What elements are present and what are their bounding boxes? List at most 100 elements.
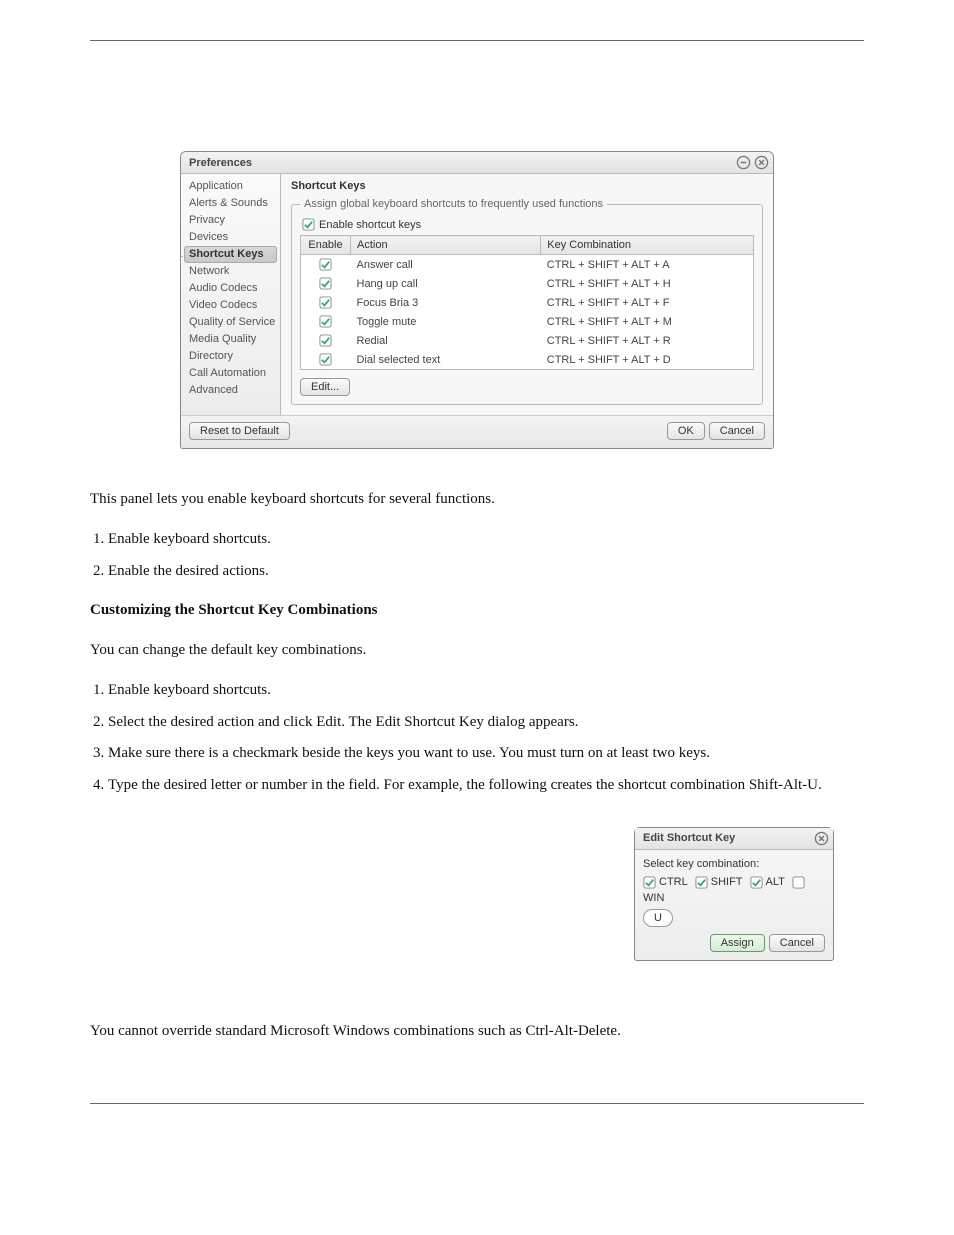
enable-cell[interactable] (301, 293, 351, 312)
table-row[interactable]: Hang up callCTRL + SHIFT + ALT + H (301, 274, 754, 293)
checkbox-icon[interactable] (319, 353, 332, 366)
titlebar: Preferences (181, 152, 773, 174)
checkbox-icon[interactable] (319, 315, 332, 328)
sidebar-item-quality-of-service[interactable]: Quality of Service (181, 314, 280, 331)
modifier-label-ctrl: CTRL (659, 876, 688, 888)
table-header-row: Enable Action Key Combination (301, 236, 754, 255)
close-icon[interactable] (753, 155, 769, 171)
checkbox-icon[interactable] (319, 334, 332, 347)
sidebar: Application Alerts & Sounds Privacy Devi… (181, 174, 281, 415)
table-row[interactable]: Toggle muteCTRL + SHIFT + ALT + M (301, 312, 754, 331)
select-key-combination-label: Select key combination: (643, 858, 825, 870)
content-heading: Shortcut Keys (291, 180, 763, 192)
minimize-icon[interactable] (735, 155, 751, 171)
key-combination-cell: CTRL + SHIFT + ALT + H (541, 274, 754, 293)
sidebar-item-advanced[interactable]: Advanced (181, 382, 280, 399)
action-cell: Dial selected text (351, 350, 541, 370)
sidebar-item-shortcut-keys[interactable]: Shortcut Keys (184, 246, 277, 263)
modifier-checkbox-win[interactable] (792, 876, 805, 889)
sidebar-item-label: Directory (189, 350, 233, 362)
checkbox-icon[interactable] (319, 296, 332, 309)
enable-cell[interactable] (301, 274, 351, 293)
reset-to-default-button[interactable]: Reset to Default (189, 422, 290, 440)
close-icon[interactable] (813, 830, 829, 846)
footer-note: You cannot override standard Microsoft W… (90, 1021, 864, 1043)
dialog-cancel-button[interactable]: Cancel (769, 934, 825, 952)
key-combination-cell: CTRL + SHIFT + ALT + D (541, 350, 754, 370)
sidebar-item-application[interactable]: Application (181, 178, 280, 195)
sidebar-item-label: Video Codecs (189, 299, 257, 311)
sidebar-item-network[interactable]: Network (181, 263, 280, 280)
sidebar-item-audio-codecs[interactable]: Audio Codecs (181, 280, 280, 297)
modifier-checkbox-shift[interactable] (695, 876, 708, 889)
action-cell: Answer call (351, 255, 541, 275)
sidebar-item-call-automation[interactable]: Call Automation (181, 365, 280, 382)
top-rule (90, 40, 864, 41)
content-pane: Shortcut Keys Assign global keyboard sho… (281, 174, 773, 415)
action-cell: Hang up call (351, 274, 541, 293)
sidebar-item-alerts-sounds[interactable]: Alerts & Sounds (181, 195, 280, 212)
table-row[interactable]: Dial selected textCTRL + SHIFT + ALT + D (301, 350, 754, 370)
col-key-combination: Key Combination (541, 236, 754, 255)
sidebar-item-video-codecs[interactable]: Video Codecs (181, 297, 280, 314)
sidebar-item-devices[interactable]: Devices (181, 229, 280, 246)
table-row[interactable]: Focus Bria 3CTRL + SHIFT + ALT + F (301, 293, 754, 312)
window-title: Preferences (189, 157, 733, 169)
sidebar-item-label: Devices (189, 231, 228, 243)
key-combination-cell: CTRL + SHIFT + ALT + R (541, 331, 754, 350)
action-cell: Focus Bria 3 (351, 293, 541, 312)
sidebar-item-media-quality[interactable]: Media Quality (181, 331, 280, 348)
customize-heading: Customizing the Shortcut Key Combination… (90, 602, 378, 618)
enable-cell[interactable] (301, 350, 351, 370)
shortcuts-groupbox: Assign global keyboard shortcuts to freq… (291, 198, 763, 405)
modifier-label-alt: ALT (766, 876, 785, 888)
modifier-checkbox-ctrl[interactable] (643, 876, 656, 889)
enable-cell[interactable] (301, 255, 351, 275)
edit-shortcut-dialog: Edit Shortcut Key Select key combination… (634, 827, 834, 961)
sidebar-item-directory[interactable]: Directory (181, 348, 280, 365)
document-body-text: This panel lets you enable keyboard shor… (90, 489, 864, 797)
cancel-button[interactable]: Cancel (709, 422, 765, 440)
preferences-window: Preferences Application Alerts & Sounds … (180, 151, 774, 449)
key-combination-cell: CTRL + SHIFT + ALT + A (541, 255, 754, 275)
sidebar-item-label: Audio Codecs (189, 282, 258, 294)
checkbox-icon[interactable] (319, 258, 332, 271)
shortcuts-table: Enable Action Key Combination Answer cal… (300, 235, 754, 370)
key-combination-cell: CTRL + SHIFT + ALT + M (541, 312, 754, 331)
ok-button[interactable]: OK (667, 422, 705, 440)
sidebar-item-label: Shortcut Keys (189, 248, 264, 260)
sidebar-item-label: Network (189, 265, 229, 277)
edit-button[interactable]: Edit... (300, 378, 350, 396)
customize-step-3: Make sure there is a checkmark beside th… (108, 743, 864, 765)
enable-shortcuts-checkbox[interactable] (302, 218, 315, 231)
dialog-button-bar: Reset to Default OK Cancel (181, 415, 773, 448)
col-enable: Enable (301, 236, 351, 255)
assign-button[interactable]: Assign (710, 934, 765, 952)
customize-step-1: Enable keyboard shortcuts. (108, 680, 864, 702)
group-legend: Assign global keyboard shortcuts to freq… (300, 198, 607, 210)
sidebar-item-label: Privacy (189, 214, 225, 226)
modifier-checkbox-alt[interactable] (750, 876, 763, 889)
sidebar-item-privacy[interactable]: Privacy (181, 212, 280, 229)
dialog-titlebar: Edit Shortcut Key (635, 828, 833, 850)
customize-body: You can change the default key combinati… (90, 640, 864, 662)
enable-shortcuts-label: Enable shortcut keys (319, 219, 421, 231)
sidebar-item-label: Media Quality (189, 333, 256, 345)
sidebar-item-label: Application (189, 180, 243, 192)
modifier-row: CTRLSHIFTALTWIN (643, 876, 825, 904)
table-row[interactable]: RedialCTRL + SHIFT + ALT + R (301, 331, 754, 350)
checkbox-icon[interactable] (319, 277, 332, 290)
key-input[interactable]: U (643, 909, 673, 927)
sidebar-item-label: Call Automation (189, 367, 266, 379)
table-row[interactable]: Answer callCTRL + SHIFT + ALT + A (301, 255, 754, 275)
enable-cell[interactable] (301, 312, 351, 331)
enable-cell[interactable] (301, 331, 351, 350)
sidebar-item-label: Advanced (189, 384, 238, 396)
dialog-title: Edit Shortcut Key (643, 832, 811, 844)
step-2: Enable the desired actions. (108, 561, 864, 583)
step-1: Enable keyboard shortcuts. (108, 529, 864, 551)
col-action: Action (351, 236, 541, 255)
sidebar-item-label: Quality of Service (189, 316, 275, 328)
action-cell: Toggle mute (351, 312, 541, 331)
modifier-label-win: WIN (643, 892, 664, 904)
